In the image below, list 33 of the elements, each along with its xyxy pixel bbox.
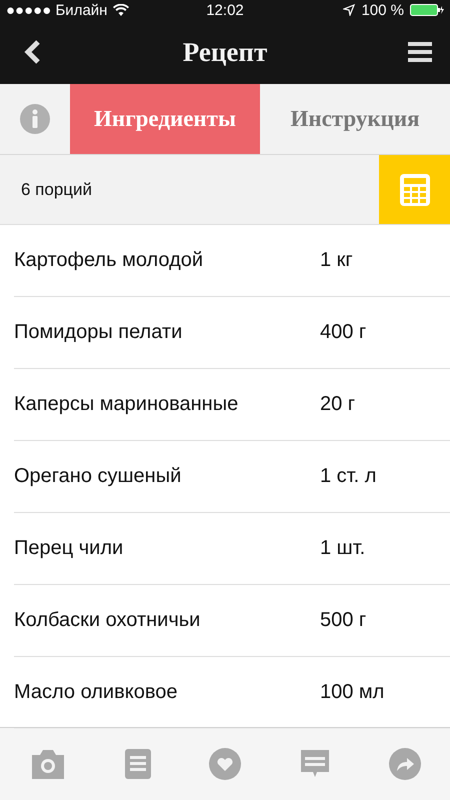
ingredient-amount: 400 г — [320, 321, 368, 344]
ingredient-name: Картофель молодой — [14, 249, 204, 272]
ingredient-name: Колбаски охотничьи — [14, 609, 202, 632]
battery-percent: 100 % — [361, 2, 404, 18]
screen-title: Рецепт — [182, 36, 268, 68]
share-icon[interactable] — [389, 748, 421, 780]
ingredient-amount: 1 ст. л — [320, 465, 378, 488]
ingredient-name: Помидоры пелати — [14, 321, 184, 344]
battery-icon — [410, 4, 444, 16]
tab[interactable]: Ингредиенты — [70, 84, 260, 154]
tab[interactable]: Инструкция — [260, 84, 450, 154]
menu-button[interactable] — [408, 42, 432, 62]
ingredient-amount: 20 г — [320, 393, 356, 416]
servings-label: 6 порций — [20, 180, 92, 200]
ingredient-name: Перец чили — [14, 537, 124, 560]
camera-icon[interactable] — [29, 748, 67, 780]
back-button[interactable] — [24, 40, 42, 64]
calculator-button[interactable] — [379, 155, 450, 224]
heart-icon[interactable] — [209, 748, 241, 780]
ingredient-name: Масло оливковое — [14, 681, 178, 704]
ingredient-amount: 500 г — [320, 609, 368, 632]
ingredient-amount: 1 шт. — [320, 537, 366, 560]
ingredient-name: Орегано сушеный — [14, 465, 182, 488]
calculator-icon — [398, 172, 430, 206]
clock: 12:02 — [206, 2, 244, 18]
carrier-name: ●●●●● Билайн — [6, 2, 108, 18]
list-icon[interactable] — [125, 749, 151, 779]
ingredient-amount: 100 мл — [320, 681, 386, 704]
info-icon — [19, 103, 51, 135]
ingredient-name: Каперсы маринованные — [14, 393, 240, 416]
wifi-icon — [113, 4, 130, 16]
location-arrow-icon — [343, 4, 356, 16]
ingredient-amount: 1 кг — [320, 249, 354, 272]
